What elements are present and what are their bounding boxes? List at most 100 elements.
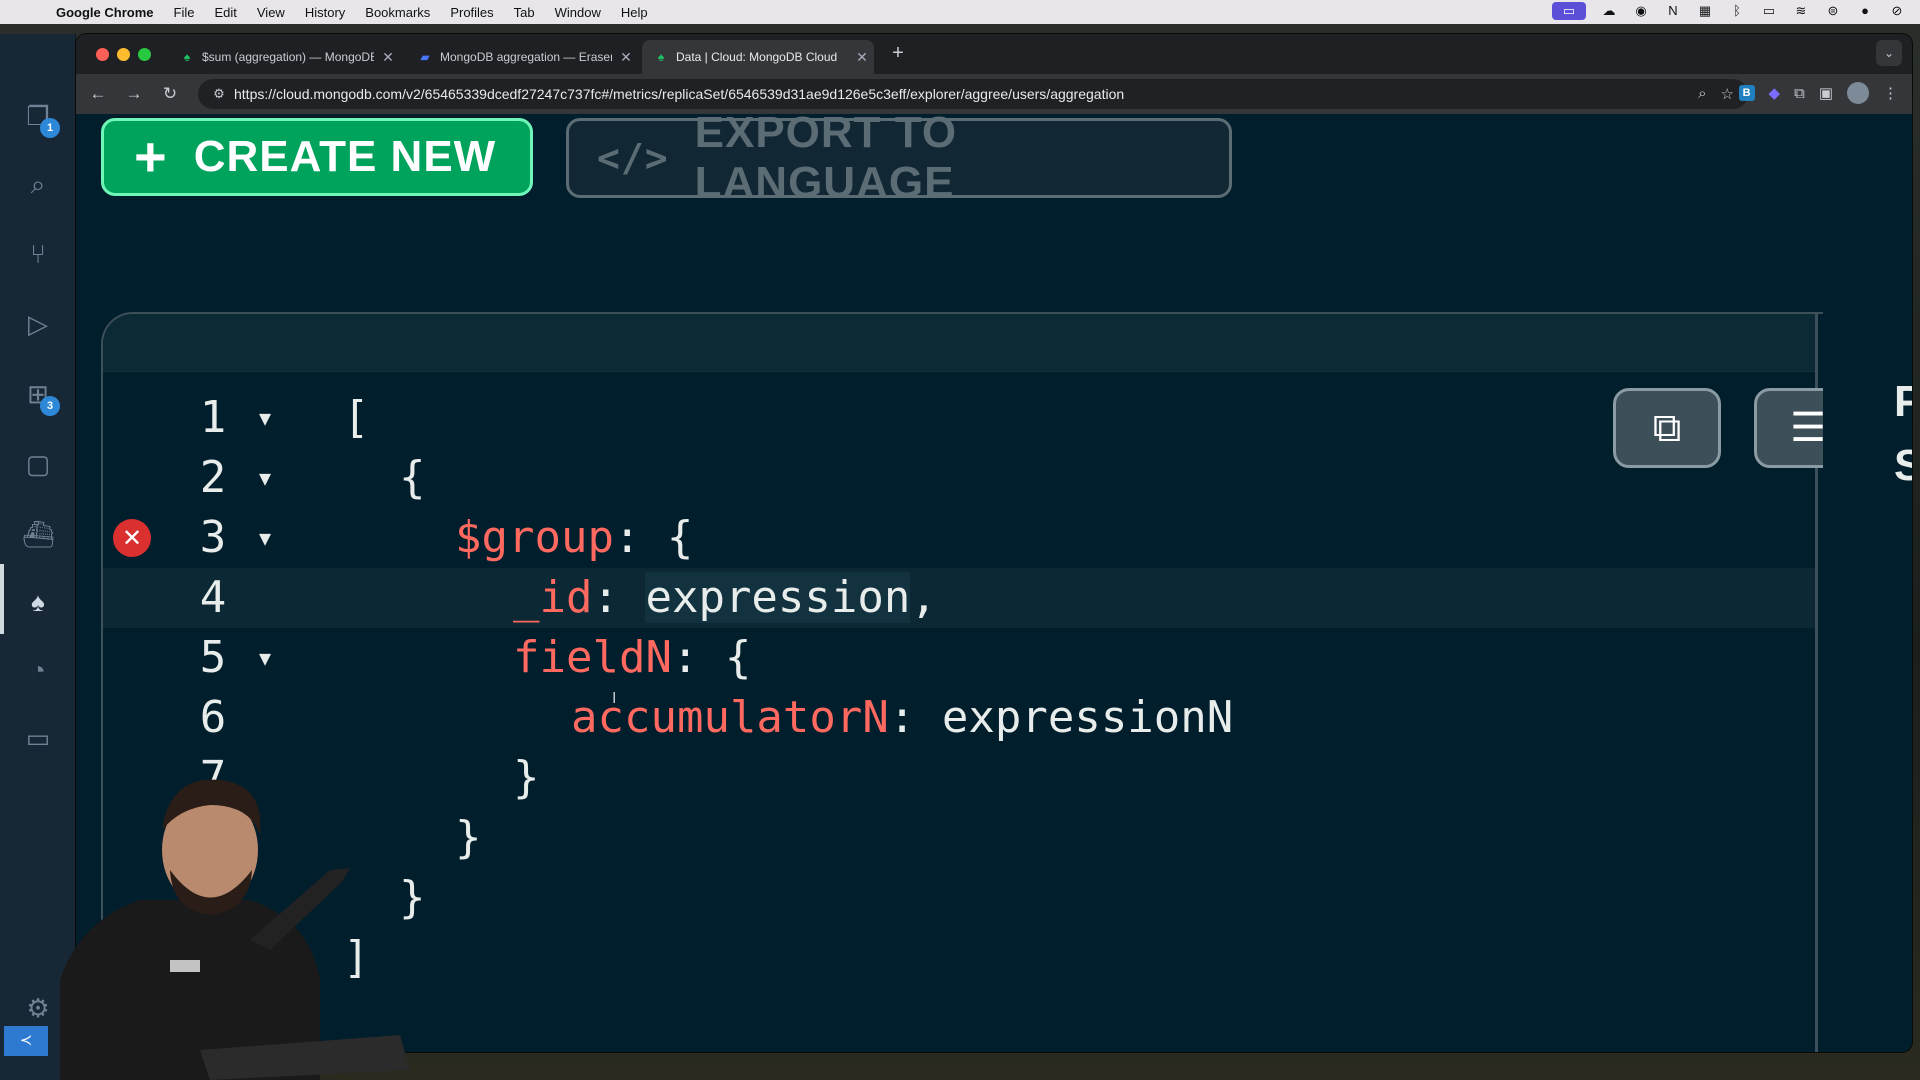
display-icon[interactable]: ▭: [1760, 2, 1778, 20]
profile-avatar[interactable]: [1847, 82, 1869, 104]
extension-area: B ◆ ⧉ ▣ ⋮: [1738, 82, 1898, 104]
url-text[interactable]: https://cloud.mongodb.com/v2/65465339dce…: [234, 86, 1698, 102]
line-number: 5: [199, 632, 227, 683]
run-debug-icon[interactable]: ▷: [22, 308, 54, 340]
close-tab-icon[interactable]: ✕: [380, 49, 396, 66]
menu-help[interactable]: Help: [621, 5, 648, 20]
code-icon: </>: [597, 136, 669, 180]
record-icon[interactable]: ◉: [1632, 2, 1650, 20]
reload-icon[interactable]: ↻: [152, 84, 188, 104]
tab-search-icon[interactable]: ⌄: [1876, 40, 1902, 66]
side-letter: P: [1894, 377, 1912, 426]
code-text: _id: expression,: [513, 572, 937, 623]
tab-strip: ♠ $sum (aggregation) — MongoDB ✕ ▰ Mongo…: [76, 34, 1912, 74]
status-area: ▭ ☁ ◉ N ▦ ᛒ ▭ ≋ ⊜ ● ⊘: [1552, 2, 1906, 20]
remote-explorer-icon[interactable]: ▢: [22, 448, 54, 480]
code-line-6[interactable]: 6 accumulatorN: expressionN: [103, 688, 1815, 748]
search-icon[interactable]: ⌕: [22, 168, 54, 200]
plus-icon: +: [134, 125, 168, 188]
fold-arrow-icon[interactable]: ▼: [253, 508, 277, 568]
extension-drop-icon[interactable]: ◆: [1769, 84, 1781, 102]
code-text: }: [455, 812, 482, 863]
focus-icon[interactable]: ⊘: [1888, 2, 1906, 20]
close-window-button[interactable]: [96, 48, 109, 61]
mongodb-leaf-icon: ♠: [183, 50, 191, 64]
mongodb-leaf-icon: ♠: [657, 50, 665, 64]
format-lines-icon: ☰: [1790, 406, 1823, 450]
tab-data-cloud-mongodb[interactable]: ♠ Data | Cloud: MongoDB Cloud ✕: [642, 40, 874, 74]
explorer-icon[interactable]: ❐ 1: [22, 100, 60, 138]
chrome-menu-icon[interactable]: ⋮: [1883, 84, 1898, 102]
active-indicator: [0, 564, 4, 634]
bookmark-star-icon[interactable]: ☆: [1721, 85, 1734, 103]
back-icon[interactable]: ←: [80, 84, 116, 104]
test-icon[interactable]: ◔: [22, 654, 54, 686]
code-text: [: [343, 392, 370, 443]
wifi-icon[interactable]: ≋: [1792, 2, 1810, 20]
export-to-language-button[interactable]: </> EXPORT TO LANGUAGE: [566, 108, 1232, 207]
address-bar[interactable]: ⚙ https://cloud.mongodb.com/v2/65465339d…: [198, 79, 1748, 109]
close-tab-icon[interactable]: ✕: [854, 49, 870, 66]
fold-arrow-icon[interactable]: ▼: [253, 628, 277, 688]
cloud-icon[interactable]: ☁: [1600, 2, 1618, 20]
menu-bookmarks[interactable]: Bookmarks: [365, 5, 430, 20]
menu-edit[interactable]: Edit: [214, 5, 236, 20]
create-new-button[interactable]: + CREATE NEW: [101, 118, 533, 196]
ibeam-cursor-icon: Ι: [612, 690, 617, 707]
side-panel-text: P S: [1894, 370, 1912, 498]
menu-app-name[interactable]: Google Chrome: [56, 5, 154, 20]
new-tab-button[interactable]: +: [886, 42, 910, 65]
window-controls: [96, 48, 151, 61]
editor-header: [103, 314, 1815, 372]
zoom-icon[interactable]: ⌕: [1698, 85, 1706, 103]
presenter-webcam-overlay: [60, 779, 410, 1080]
fold-arrow-icon[interactable]: ▼: [253, 388, 277, 448]
grid-icon[interactable]: ▦: [1696, 2, 1714, 20]
side-panel-icon[interactable]: ▣: [1819, 84, 1833, 102]
menu-tab[interactable]: Tab: [514, 5, 535, 20]
notion-icon[interactable]: N: [1664, 2, 1682, 20]
mongodb-leaf-icon[interactable]: ♠: [22, 586, 54, 618]
code-line-4[interactable]: 4 _id: expression,: [103, 568, 1815, 628]
screen-share-icon[interactable]: ▭: [1552, 2, 1586, 20]
extensions-icon[interactable]: ⊞ 3: [22, 378, 60, 416]
code-text: $group: {: [455, 512, 694, 563]
tab-mongodb-aggregation-eraser[interactable]: ▰ MongoDB aggregation — Eraser ✕: [406, 40, 638, 74]
control-center-icon[interactable]: ⊜: [1824, 2, 1842, 20]
minimize-window-button[interactable]: [117, 48, 130, 61]
bluetooth-icon[interactable]: ᛒ: [1728, 2, 1746, 20]
menu-history[interactable]: History: [305, 5, 345, 20]
tab-title: Data | Cloud: MongoDB Cloud: [676, 50, 838, 64]
menu-window[interactable]: Window: [555, 5, 601, 20]
code-line-1[interactable]: 1 ▼ [: [103, 388, 1815, 448]
format-button[interactable]: ☰: [1754, 388, 1823, 468]
extensions-puzzle-icon[interactable]: ⧉: [1794, 85, 1805, 102]
menu-file[interactable]: File: [174, 5, 195, 20]
extension-b-icon[interactable]: B: [1738, 85, 1755, 101]
docker-icon[interactable]: ⛴: [22, 518, 55, 550]
close-tab-icon[interactable]: ✕: [618, 49, 634, 66]
code-line-5[interactable]: 5 ▼ fieldN: {: [103, 628, 1815, 688]
code-text: }: [513, 752, 540, 803]
source-control-icon[interactable]: ⑂: [22, 238, 54, 270]
line-number: 6: [199, 692, 227, 743]
siri-icon[interactable]: ●: [1856, 2, 1874, 20]
code-line-3[interactable]: ✕ 3 ▼ $group: {: [103, 508, 1815, 568]
tab-sum-aggregation[interactable]: ♠ $sum (aggregation) — MongoDB ✕: [168, 40, 400, 74]
menu-profiles[interactable]: Profiles: [450, 5, 493, 20]
zoom-window-button[interactable]: [138, 48, 151, 61]
site-info-icon[interactable]: ⚙: [204, 86, 234, 102]
tab-title: $sum (aggregation) — MongoDB: [202, 50, 374, 64]
menu-view[interactable]: View: [257, 5, 285, 20]
error-marker-icon[interactable]: ✕: [113, 519, 151, 557]
fold-arrow-icon[interactable]: ▼: [253, 448, 277, 508]
code-line-2[interactable]: 2 ▼ {: [103, 448, 1815, 508]
create-new-label: CREATE NEW: [193, 132, 497, 181]
copy-button[interactable]: ⧉: [1613, 388, 1721, 468]
forward-icon[interactable]: →: [116, 84, 152, 104]
explorer-badge: 1: [40, 118, 60, 138]
side-letter: S: [1894, 441, 1912, 490]
line-number: 3: [199, 512, 227, 563]
macos-menubar: Google Chrome File Edit View History Boo…: [0, 0, 1920, 24]
extensions-badge: 3: [40, 396, 60, 416]
